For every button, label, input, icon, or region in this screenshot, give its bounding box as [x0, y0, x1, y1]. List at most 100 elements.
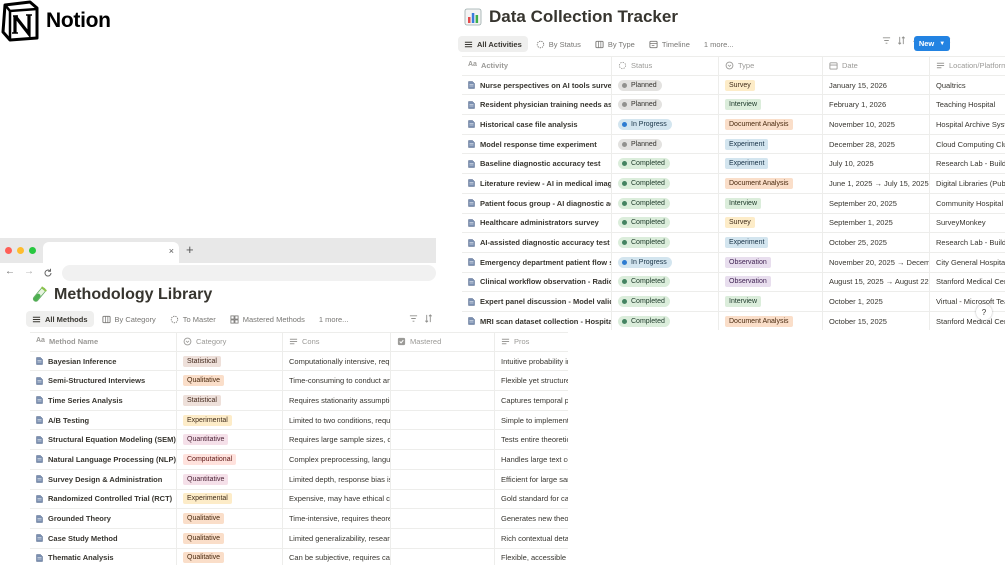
table-row[interactable]: Grounded Theory Qualitative Time-intensive… — [30, 509, 568, 529]
method-name-cell[interactable]: Structural Equation Modeling (SEM) — [30, 430, 177, 450]
category-cell[interactable]: Qualitative — [177, 509, 283, 528]
pros-cell[interactable]: Gold standard for causality — [495, 490, 568, 509]
type-cell[interactable]: Observation — [719, 252, 823, 272]
tab-by-type[interactable]: By Type — [589, 36, 641, 52]
status-cell[interactable]: In Progress — [612, 115, 719, 134]
category-cell[interactable]: Experimental — [177, 489, 283, 509]
mastered-cell[interactable] — [391, 371, 495, 391]
column-header-status[interactable]: Status — [612, 57, 719, 75]
activity-cell[interactable]: Nurse perspectives on AI tools survey — [462, 75, 612, 95]
pros-cell[interactable]: Intuitive probability interpretation — [495, 352, 568, 371]
location-cell[interactable]: SurveyMonkey — [930, 214, 1005, 233]
table-row[interactable]: Semi-Structured Interviews Qualitative Tim… — [30, 371, 568, 392]
column-header-cons[interactable]: Cons — [283, 333, 391, 351]
location-cell[interactable]: Hospital Archive System — [930, 115, 1005, 134]
browser-tab[interactable]: × — [43, 242, 179, 263]
table-row[interactable]: Healthcare administrators survey Complete… — [462, 213, 1005, 234]
location-cell[interactable]: Teaching Hospital — [930, 95, 1005, 114]
method-name-cell[interactable]: Semi-Structured Interviews — [30, 371, 177, 391]
method-name-cell[interactable]: Randomized Controlled Trial (RCT) — [30, 489, 177, 509]
pros-cell[interactable]: Efficient for large samples — [495, 470, 568, 489]
column-header-date[interactable]: Date — [823, 57, 930, 75]
status-cell[interactable]: Planned — [612, 95, 719, 115]
table-row[interactable]: Structural Equation Modeling (SEM) Quanti… — [30, 430, 568, 451]
method-name-cell[interactable]: Case Study Method — [30, 528, 177, 548]
category-cell[interactable]: Qualitative — [177, 548, 283, 565]
cons-cell[interactable]: Requires stationarity assumptions — [283, 391, 391, 410]
type-cell[interactable]: Interview — [719, 193, 823, 213]
reload-icon[interactable] — [43, 268, 53, 278]
type-cell[interactable]: Interview — [719, 95, 823, 115]
cons-cell[interactable]: Complex preprocessing, language dependen… — [283, 450, 391, 469]
location-cell[interactable]: City General Hospital — [930, 253, 1005, 272]
status-cell[interactable]: Completed — [612, 272, 719, 292]
pros-cell[interactable]: Handles large text corpora — [495, 450, 568, 469]
date-cell[interactable]: September 1, 2025 — [823, 213, 930, 233]
location-cell[interactable]: Virtual - Microsoft Teams — [930, 292, 1005, 311]
new-tab-icon[interactable]: + — [186, 242, 194, 257]
type-cell[interactable]: Survey — [719, 75, 823, 95]
cons-cell[interactable]: Time-consuming to conduct and analyze — [283, 371, 391, 391]
cons-cell[interactable]: Time-intensive, requires theoretical sen… — [283, 509, 391, 528]
date-cell[interactable]: December 28, 2025 — [823, 134, 930, 154]
mastered-cell[interactable] — [391, 391, 495, 410]
method-name-cell[interactable]: Bayesian Inference — [30, 351, 177, 371]
table-row[interactable]: Patient focus group - AI diagnostic acce… — [462, 193, 1005, 214]
activity-cell[interactable]: Literature review - AI in medical imagin… — [462, 174, 612, 193]
type-cell[interactable]: Document Analysis — [719, 115, 823, 134]
type-cell[interactable]: Survey — [719, 213, 823, 233]
type-cell[interactable]: Document Analysis — [719, 174, 823, 193]
mastered-cell[interactable] — [391, 351, 495, 371]
date-cell[interactable]: June 1, 2025 → July 15, 2025 — [823, 174, 930, 193]
activity-cell[interactable]: Historical case file analysis — [462, 115, 612, 134]
activity-cell[interactable]: Patient focus group - AI diagnostic acce… — [462, 193, 612, 213]
column-header-method-name[interactable]: Aa Method Name — [30, 333, 177, 351]
location-cell[interactable]: Community Hospital — [930, 194, 1005, 213]
tab-1-more[interactable]: 1 more... — [313, 311, 355, 327]
table-row[interactable]: A/B Testing Experimental Limited to two co… — [30, 410, 568, 431]
status-cell[interactable]: Completed — [612, 233, 719, 252]
tab-timeline[interactable]: Timeline — [643, 36, 696, 52]
category-cell[interactable]: Computational — [177, 450, 283, 469]
date-cell[interactable]: August 15, 2025 → August 22, 2025 — [823, 272, 930, 292]
table-row[interactable]: Bayesian Inference Statistical Computation… — [30, 351, 568, 372]
maximize-window-icon[interactable] — [29, 247, 36, 254]
table-row[interactable]: Case Study Method Qualitative Limited gene… — [30, 528, 568, 549]
table-row[interactable]: Natural Language Processing (NLP) Computa… — [30, 450, 568, 470]
mastered-cell[interactable] — [391, 489, 495, 509]
tab-by-category[interactable]: By Category — [96, 311, 162, 327]
mastered-cell[interactable] — [391, 430, 495, 450]
status-cell[interactable]: Completed — [612, 213, 719, 233]
date-cell[interactable]: October 15, 2025 — [823, 311, 930, 330]
pros-cell[interactable]: Captures temporal patterns — [495, 391, 568, 410]
activity-cell[interactable]: Healthcare administrators survey — [462, 213, 612, 233]
mastered-cell[interactable] — [391, 548, 495, 565]
table-row[interactable]: Baseline diagnostic accuracy test Complet… — [462, 154, 1005, 175]
filter-icon[interactable] — [409, 314, 418, 323]
sort-icon[interactable] — [897, 36, 906, 45]
cons-cell[interactable]: Limited to two conditions, requires traf… — [283, 410, 391, 430]
status-cell[interactable]: Completed — [612, 193, 719, 213]
type-cell[interactable]: Experiment — [719, 154, 823, 174]
activity-cell[interactable]: Baseline diagnostic accuracy test — [462, 154, 612, 174]
method-name-cell[interactable]: Survey Design & Administration — [30, 469, 177, 489]
category-cell[interactable]: Qualitative — [177, 371, 283, 391]
mastered-cell[interactable] — [391, 528, 495, 548]
new-button[interactable]: New ▼ — [914, 36, 950, 51]
pros-cell[interactable]: Tests entire theoretical models — [495, 430, 568, 449]
tab-1-more[interactable]: 1 more... — [698, 36, 740, 52]
location-cell[interactable]: Qualtrics — [930, 76, 1005, 95]
category-cell[interactable]: Qualitative — [177, 528, 283, 548]
column-header-location[interactable]: Location/Platform — [930, 57, 1005, 75]
type-cell[interactable]: Experiment — [719, 134, 823, 154]
method-name-cell[interactable]: A/B Testing — [30, 410, 177, 430]
tab-all-methods[interactable]: All Methods — [26, 311, 94, 327]
status-cell[interactable]: Planned — [612, 75, 719, 95]
location-cell[interactable]: Research Lab - Building — [930, 154, 1005, 173]
help-button[interactable]: ? — [976, 304, 992, 320]
location-cell[interactable]: Stanford Medical Center — [930, 312, 1005, 330]
tab-mastered-methods[interactable]: Mastered Methods — [224, 311, 311, 327]
table-row[interactable]: Nurse perspectives on AI tools survey Pla… — [462, 75, 1005, 96]
date-cell[interactable]: July 10, 2025 — [823, 154, 930, 174]
forward-arrow-icon[interactable]: → — [24, 266, 34, 277]
